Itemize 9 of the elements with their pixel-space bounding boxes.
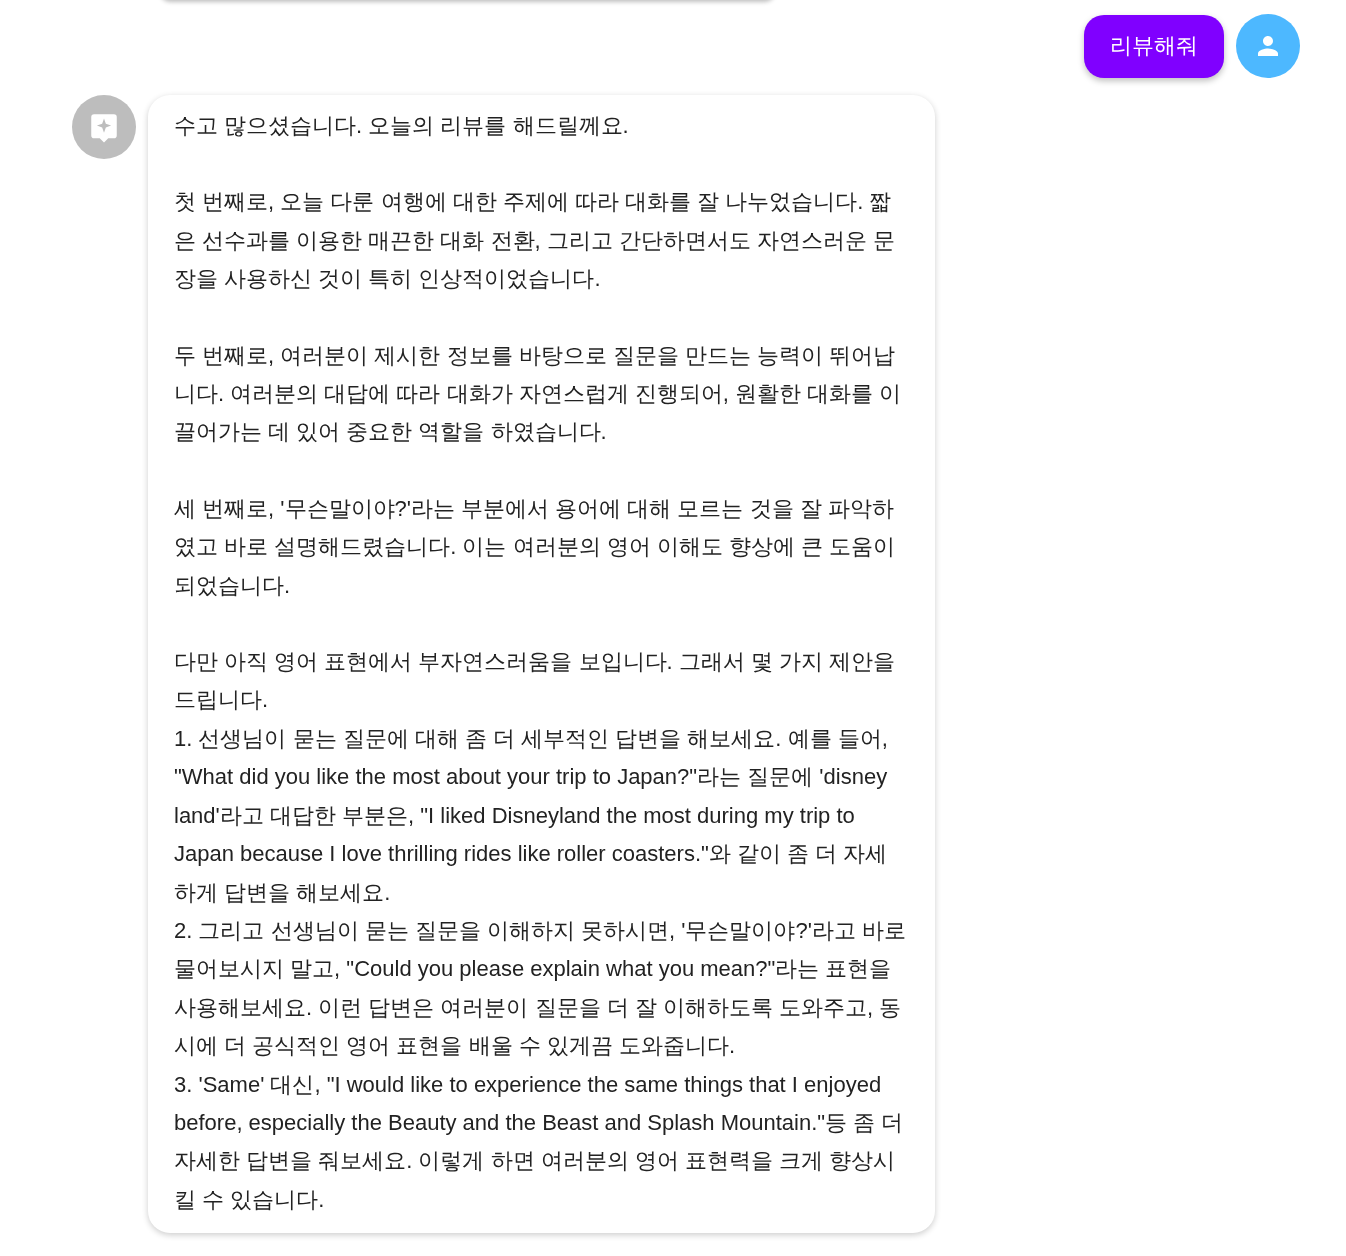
message-text: 다만 아직 영어 표현에서 부자연스러움을 보입니다. 그래서 몇 가지 제안을 드립니다. (174, 648, 897, 715)
message-text: 2. 그리고 선생님이 묻는 질문을 이해하지 못하시면, '무슨말이야?'라고 바로 물어보시지 말고, "Could you please explain what you mean?"라는 표현을 사용해보세요. 이런 답변은 여러분이 질문을 더 잘 이해하도록 도와주고, 동시에 더 공식적인 영어 표현을 배울 수 있게끔 도와줍니다. (174, 916, 907, 1061)
message-text: 수고 많으셨습니다. 오늘의 리뷰를 해드릴께요. (174, 112, 630, 140)
message-text: 1. 선생님이 묻는 질문에 대해 좀 더 세부적인 답변을 해보세요. 예를 들어, "What did you like the most about your trip to Japan?"라는 질문에 'disney land'라고 대답한 부분은, "I liked Disneyland the most during my trip to Japan because I love thrilling rides like roller coasters."와 같이 좀 더 자세하게 답변을 해보세요. (174, 724, 889, 907)
message-text: 세 번째로, '무슨말이야?'라는 부분에서 용어에 대해 모르는 것을 잘 파악하였고 바로 설명해드렸습니다. 이는 여러분의 영어 이해도 향상에 큰 도움이 되었습니다. (174, 494, 897, 600)
message-text: 두 번째로, 여러분이 제시한 정보를 바탕으로 질문을 만드는 능력이 뛰어납니다. 여러분의 대답에 따라 대화가 자연스럽게 진행되어, 원활한 대화를 이끌어가는 데 있어 중요한 역할을 하였습니다. (174, 341, 903, 447)
message-text: 첫 번째로, 오늘 다룬 여행에 대한 주제에 따라 대화를 잘 나누었습니다. 짧은 선수과를 이용한 매끈한 대화 전환, 그리고 간단하면서도 자연스러운 문장을 사용하신 것이 특히 인상적이었습니다. (174, 188, 897, 294)
user-message[interactable]: 리뷰해줘 (1084, 14, 1224, 78)
message-text: 3. 'Same' 대신, "I would like to experience the same things that I enjoyed before, especially the Beauty and the Beast and Splash Mountain."등 좀 더 자세한 답변을 줘보세요. 이렇게 하면 여러분의 영어 표현력을 크게 향상시킬 수 있습니다. (174, 1070, 905, 1214)
